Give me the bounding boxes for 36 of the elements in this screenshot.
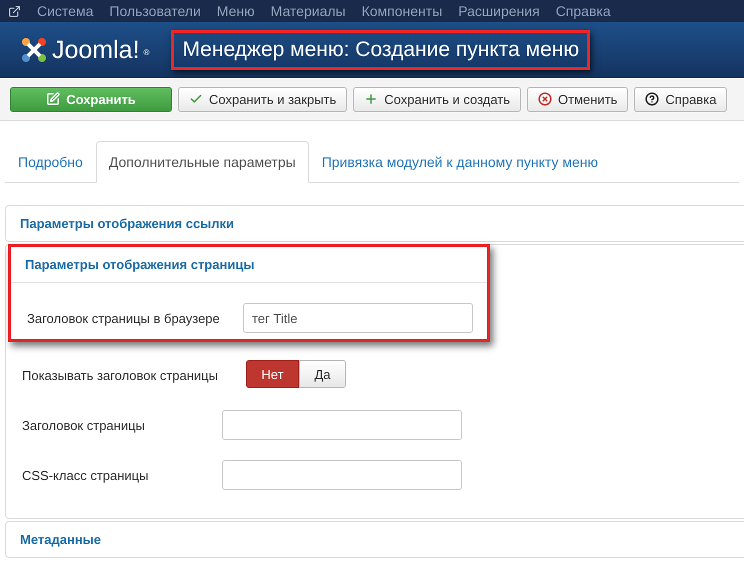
field-label: Заголовок страницы в браузере xyxy=(27,310,221,326)
tab[interactable]: Подробно xyxy=(5,141,96,183)
toolbar-button[interactable]: Сохранить xyxy=(10,86,172,112)
plus-icon xyxy=(364,92,378,106)
toggle-option[interactable]: Да xyxy=(299,360,346,388)
menu-item[interactable]: Справка xyxy=(548,3,619,19)
toolbar-button[interactable]: Справка xyxy=(634,86,728,112)
cancel-icon xyxy=(538,92,552,106)
logo-text: Joomla! xyxy=(52,36,140,64)
menu-item[interactable]: Расширения xyxy=(450,3,548,19)
menu-item[interactable]: Система xyxy=(29,3,102,19)
logo-icon xyxy=(20,36,48,64)
toolbar-button[interactable]: Сохранить и создать xyxy=(353,86,522,112)
toolbar-button[interactable]: Сохранить и закрыть xyxy=(178,86,348,112)
toggle-option[interactable]: Нет xyxy=(246,360,299,388)
text-field[interactable] xyxy=(222,410,462,440)
registered-mark: ® xyxy=(144,48,150,56)
menu-item[interactable]: Материалы xyxy=(262,3,354,19)
field-label: Заголовок страницы xyxy=(22,418,146,432)
external-link-icon[interactable] xyxy=(8,4,21,18)
text-field[interactable]: тег Title xyxy=(243,303,473,333)
menu-item[interactable]: Компоненты xyxy=(354,3,450,19)
menu-item[interactable]: Меню xyxy=(208,3,263,19)
field-label: Показывать заголовок страницы xyxy=(22,368,219,382)
tab[interactable]: Привязка модулей к данному пункту меню xyxy=(308,141,611,183)
panel-heading[interactable]: Параметры отображения страницы xyxy=(11,247,487,282)
tab[interactable]: Дополнительные параметры xyxy=(96,141,309,183)
field-label: CSS-класс страницы xyxy=(22,468,150,482)
page-title: Менеджер меню: Создание пункта меню xyxy=(171,30,590,70)
edit-icon xyxy=(46,92,60,106)
text-field[interactable] xyxy=(222,460,462,490)
help-icon xyxy=(645,92,660,106)
panel-heading[interactable]: Метаданные xyxy=(6,522,744,557)
toolbar-button[interactable]: Отменить xyxy=(527,86,628,112)
menu-item[interactable]: Пользователи xyxy=(101,3,209,19)
panel-heading[interactable]: Параметры отображения ссылки xyxy=(6,206,744,241)
